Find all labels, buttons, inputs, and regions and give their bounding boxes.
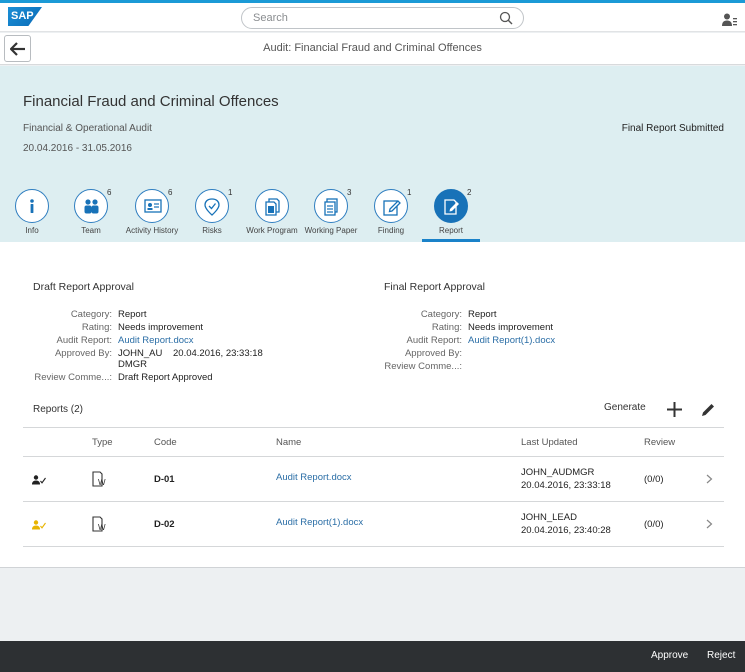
table-row[interactable]: W D-02 Audit Report(1).docx JOHN_LEAD 20.…	[23, 502, 724, 547]
tab-report[interactable]: 2 Report	[416, 187, 486, 242]
field-label: Category:	[420, 309, 462, 320]
table-header: Type Code Name Last Updated Review	[23, 427, 724, 457]
field-value: Report	[468, 309, 497, 320]
generate-button[interactable]: Generate	[604, 402, 646, 413]
tab-circle	[74, 189, 108, 223]
tab-count: 3	[347, 188, 352, 197]
audit-report-link[interactable]: Audit Report(1).docx	[468, 335, 555, 346]
field-label: Audit Report:	[56, 335, 112, 346]
user-menu-icon[interactable]	[721, 12, 737, 28]
last-updated: JOHN_LEAD 20.04.2016, 23:40:28	[521, 511, 611, 537]
chevron-right-icon	[706, 519, 713, 529]
field-value: Needs improvement	[118, 322, 204, 333]
page-title: Audit: Financial Fraud and Criminal Offe…	[263, 42, 482, 54]
table-row[interactable]: W D-01 Audit Report.docx JOHN_AUDMGR 20.0…	[23, 457, 724, 502]
field-label: Audit Report:	[406, 335, 462, 346]
page-title-bar: Audit: Financial Fraud and Criminal Offe…	[0, 33, 745, 65]
info-icon	[30, 199, 34, 213]
tab-count: 1	[407, 188, 412, 197]
field-label: Approved By:	[54, 348, 112, 359]
column-header-type: Type	[92, 437, 113, 448]
tab-circle	[255, 189, 289, 223]
word-document-icon: W	[92, 516, 106, 532]
shell-bar: SAP	[0, 3, 745, 32]
approve-button[interactable]: Approve	[651, 650, 688, 661]
object-title: Financial Fraud and Criminal Offences	[23, 93, 279, 110]
column-header-name: Name	[276, 437, 302, 448]
approval-timestamp: 20.04.2016, 23:33:18	[173, 348, 263, 359]
add-icon[interactable]	[667, 402, 682, 417]
tab-circle	[434, 189, 468, 223]
tab-circle	[135, 189, 169, 223]
report-name-link[interactable]: Audit Report.docx	[276, 472, 352, 483]
tab-label: Team	[81, 226, 101, 235]
reject-button[interactable]: Reject	[707, 650, 735, 661]
report-icon	[444, 199, 459, 215]
updated-at: 20.04.2016, 23:33:18	[521, 480, 611, 491]
risks-icon	[204, 198, 220, 216]
approved-user-icon	[32, 475, 46, 485]
working-paper-icon	[324, 198, 338, 216]
sap-logo: SAP	[8, 7, 42, 26]
updated-by: JOHN_AUDMGR	[521, 467, 595, 478]
tab-count: 1	[228, 188, 233, 197]
tab-label: Report	[438, 226, 463, 235]
tab-circle	[374, 189, 408, 223]
column-header-code: Code	[154, 437, 177, 448]
svg-text:W: W	[98, 523, 106, 532]
column-header-last-updated: Last Updated	[521, 437, 578, 448]
svg-text:W: W	[98, 478, 106, 487]
field-label: Rating:	[81, 322, 112, 333]
report-code: D-01	[154, 474, 175, 485]
reports-table-title: Reports (2)	[33, 404, 84, 415]
pending-user-icon	[32, 520, 46, 530]
tab-circle	[195, 189, 229, 223]
field-label: Approved By:	[404, 348, 462, 359]
work-program-icon	[265, 198, 280, 216]
last-updated: JOHN_AUDMGR 20.04.2016, 23:33:18	[521, 466, 611, 492]
final-approval-title: Final Report Approval	[384, 281, 485, 293]
team-icon	[84, 199, 99, 214]
word-document-icon: W	[92, 471, 106, 487]
report-code: D-02	[154, 519, 175, 530]
updated-by: JOHN_LEAD	[521, 512, 577, 523]
tab-count: 2	[467, 188, 472, 197]
field-label: Category:	[70, 309, 112, 320]
report-content: Draft Report Approval Category: Report R…	[0, 242, 745, 568]
reports-table: Type Code Name Last Updated Review W D-0…	[23, 427, 724, 547]
finding-icon	[383, 200, 401, 216]
review-count: (0/0)	[644, 474, 664, 485]
draft-approval-title: Draft Report Approval	[33, 281, 134, 293]
tab-count: 6	[107, 188, 112, 197]
tab-count: 6	[168, 188, 173, 197]
field-value: Report	[118, 309, 147, 320]
search-icon[interactable]	[499, 11, 513, 25]
approver-name: JOHN_AU DMGR	[118, 348, 162, 370]
column-header-review: Review	[644, 437, 676, 448]
field-value: Draft Report Approved	[118, 372, 213, 383]
field-label: Review Comme...:	[34, 372, 112, 383]
tab-circle	[15, 189, 49, 223]
approver-name-line2: DMGR	[118, 359, 148, 370]
field-label: Review Comme...:	[384, 361, 462, 372]
field-value: Needs improvement	[468, 322, 554, 333]
field-label: Rating:	[431, 322, 462, 333]
chevron-right-icon	[706, 474, 713, 484]
search-field[interactable]	[241, 7, 524, 29]
search-input[interactable]	[253, 11, 483, 25]
tab-circle	[314, 189, 348, 223]
review-count: (0/0)	[644, 519, 664, 530]
footer-toolbar: Approve Reject	[0, 641, 745, 672]
activity-history-icon	[144, 199, 162, 213]
updated-at: 20.04.2016, 23:40:28	[521, 525, 611, 536]
report-name-link[interactable]: Audit Report(1).docx	[276, 517, 363, 528]
approver-name-line1: JOHN_AU	[118, 348, 163, 359]
object-header: Financial Fraud and Criminal Offences Fi…	[0, 66, 745, 242]
edit-icon[interactable]	[700, 402, 716, 418]
object-date-range: 20.04.2016 - 31.05.2016	[23, 143, 132, 154]
object-subtitle: Financial & Operational Audit	[23, 123, 152, 134]
tab-team[interactable]: 6 Team	[56, 187, 126, 242]
audit-report-link[interactable]: Audit Report.docx	[118, 335, 194, 346]
object-status: Final Report Submitted	[621, 123, 724, 134]
